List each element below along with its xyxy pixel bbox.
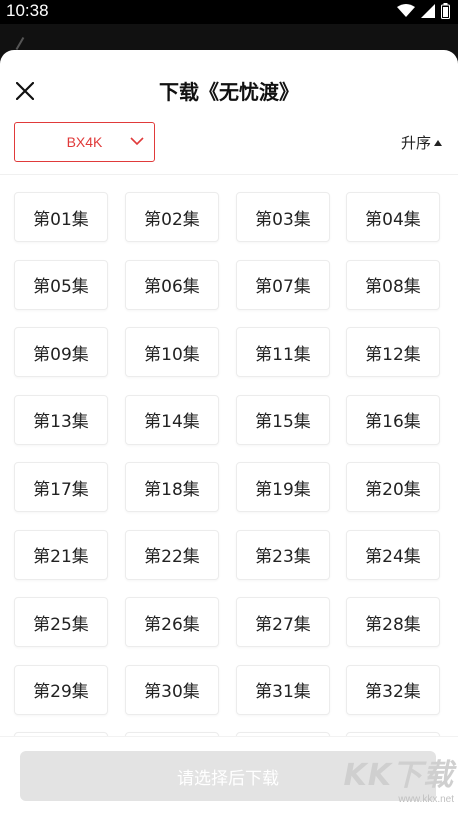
watermark-logo-text: KK下载 bbox=[343, 758, 454, 793]
episode-button[interactable]: 第25集 bbox=[14, 597, 108, 647]
chevron-down-icon bbox=[130, 137, 144, 146]
source-dropdown[interactable]: BX4K bbox=[14, 122, 155, 162]
divider bbox=[0, 174, 458, 175]
episode-button[interactable]: 第03集 bbox=[236, 192, 330, 242]
episode-button[interactable]: 第23集 bbox=[236, 529, 330, 580]
episode-button[interactable]: 第32集 bbox=[346, 664, 440, 715]
battery-icon bbox=[441, 3, 450, 19]
download-sheet: 下载《无忧渡》 BX4K 升序 第01集 第02集 第03集 第04集第05集 第06集… bbox=[0, 50, 458, 820]
episode-button[interactable]: 第26集 bbox=[125, 597, 219, 647]
episode-button[interactable]: 第10集 bbox=[125, 327, 219, 377]
episode-button[interactable]: 第31集 bbox=[236, 664, 330, 715]
episode-button[interactable]: 第02集 bbox=[125, 192, 219, 242]
episode-button[interactable]: 第08集 bbox=[346, 259, 440, 310]
episode-button[interactable]: 第28集 bbox=[346, 597, 440, 647]
episode-button[interactable]: 第16集 bbox=[346, 394, 440, 445]
episode-button[interactable]: 第01集 bbox=[14, 192, 108, 242]
signal-icon bbox=[421, 4, 435, 18]
wifi-icon bbox=[397, 4, 415, 17]
episode-button[interactable]: 第13集 bbox=[14, 394, 108, 445]
status-icons bbox=[397, 3, 450, 19]
episode-button[interactable]: 第05集 bbox=[14, 259, 108, 310]
episode-button[interactable]: 第20集 bbox=[346, 462, 440, 512]
status-bar: 10:38 bbox=[0, 0, 458, 24]
episode-button[interactable]: 第24集 bbox=[346, 529, 440, 580]
episode-button[interactable]: 第30集 bbox=[125, 664, 219, 715]
bottom-bar: 请选择后下载 KK下载 www.kkx.net bbox=[0, 736, 458, 820]
status-time: 10:38 bbox=[6, 1, 49, 20]
episode-button[interactable]: 第18集 bbox=[125, 462, 219, 512]
sort-toggle[interactable]: 升序 bbox=[401, 132, 442, 153]
source-selected-value: BX4K bbox=[66, 134, 103, 150]
episode-button[interactable]: 第07集 bbox=[236, 259, 330, 310]
episode-button[interactable]: 第21集 bbox=[14, 529, 108, 580]
sheet-title: 下载《无忧渡》 bbox=[159, 80, 299, 104]
episode-button[interactable]: 第11集 bbox=[236, 327, 330, 377]
episode-button[interactable]: 第29集 bbox=[14, 664, 108, 715]
episode-button[interactable]: 第22集 bbox=[125, 529, 219, 580]
episode-button[interactable]: 第04集 bbox=[346, 192, 440, 242]
episode-button[interactable]: 第14集 bbox=[125, 394, 219, 445]
episode-button[interactable]: 第06集 bbox=[125, 259, 219, 310]
episode-button[interactable]: 第09集 bbox=[14, 327, 108, 377]
sort-arrow-up-icon bbox=[434, 139, 442, 146]
episode-button[interactable]: 第17集 bbox=[14, 462, 108, 512]
watermark-url: www.kkx.net bbox=[398, 794, 454, 805]
episode-button[interactable]: 第15集 bbox=[236, 394, 330, 445]
sort-label: 升序 bbox=[400, 134, 431, 152]
watermark-logo: KK下载 www.kkx.net bbox=[344, 750, 455, 805]
episode-button[interactable]: 第27集 bbox=[236, 597, 330, 647]
episode-button[interactable]: 第12集 bbox=[346, 327, 440, 377]
episode-button[interactable]: 第19集 bbox=[236, 462, 330, 512]
